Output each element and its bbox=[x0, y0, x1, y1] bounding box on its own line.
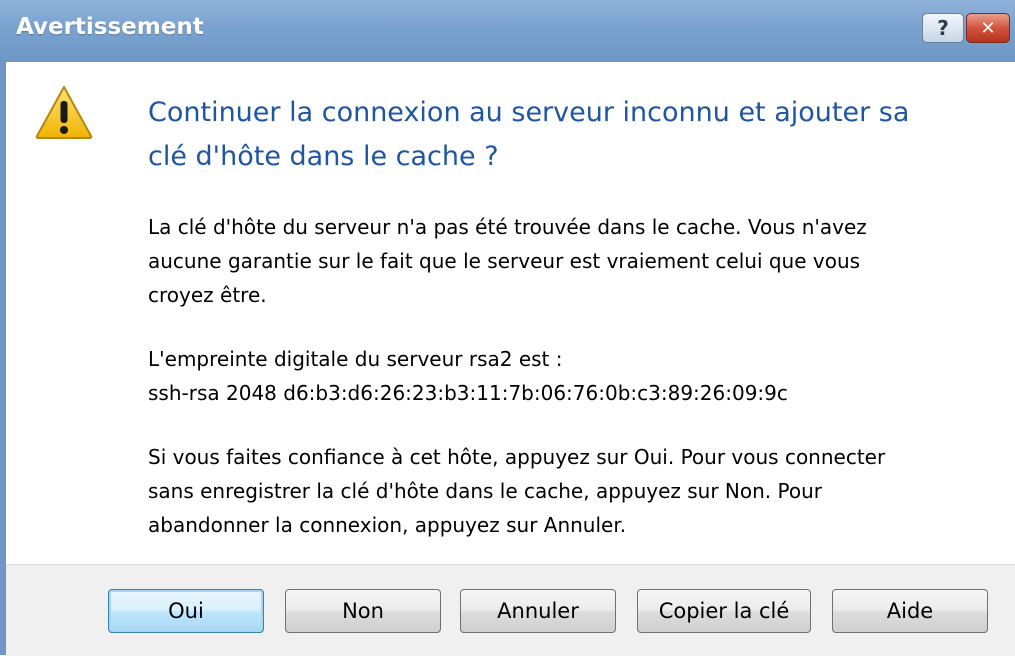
dialog-content: Continuer la connexion au serveur inconn… bbox=[6, 62, 1015, 564]
text-line: Si vous faites confiance à cet hôte, app… bbox=[148, 445, 886, 469]
text-line: croyez être. bbox=[148, 283, 267, 307]
cancel-button[interactable]: Annuler bbox=[460, 589, 616, 633]
dialog-heading: Continuer la connexion au serveur inconn… bbox=[148, 91, 998, 179]
text-line: aucune garantie sur le fait que le serve… bbox=[148, 249, 861, 273]
text-line: sans enregistrer la clé d'hôte dans le c… bbox=[148, 479, 823, 503]
instructions-text: Si vous faites confiance à cet hôte, app… bbox=[148, 440, 998, 542]
title-bar: Avertissement ? ✕ bbox=[0, 0, 1015, 63]
yes-button[interactable]: Oui bbox=[108, 589, 264, 633]
warning-icon bbox=[35, 86, 93, 139]
help-icon: ? bbox=[937, 16, 949, 40]
heading-line: clé d'hôte dans le cache ? bbox=[148, 141, 499, 172]
window-title: Avertissement bbox=[16, 14, 204, 40]
heading-line: Continuer la connexion au serveur inconn… bbox=[148, 97, 910, 128]
help-button[interactable]: Aide bbox=[832, 589, 988, 633]
host-key-not-found-text: La clé d'hôte du serveur n'a pas été tro… bbox=[148, 210, 998, 312]
text-line: L'empreinte digitale du serveur rsa2 est… bbox=[148, 347, 563, 371]
no-button[interactable]: Non bbox=[285, 589, 441, 633]
close-button[interactable]: ✕ bbox=[966, 13, 1010, 43]
fingerprint-value: ssh-rsa 2048 d6:b3:d6:26:23:b3:11:7b:06:… bbox=[148, 381, 788, 405]
text-line: abandonner la connexion, appuyez sur Ann… bbox=[148, 513, 627, 537]
button-bar: Oui Non Annuler Copier la clé Aide bbox=[6, 564, 1015, 656]
copy-key-button[interactable]: Copier la clé bbox=[637, 589, 811, 633]
text-line: La clé d'hôte du serveur n'a pas été tro… bbox=[148, 215, 867, 239]
fingerprint-text: L'empreinte digitale du serveur rsa2 est… bbox=[148, 342, 998, 410]
close-icon: ✕ bbox=[980, 17, 996, 39]
warning-dialog: Avertissement ? ✕ Continuer la connexion… bbox=[0, 0, 1015, 656]
help-title-button[interactable]: ? bbox=[922, 13, 964, 43]
